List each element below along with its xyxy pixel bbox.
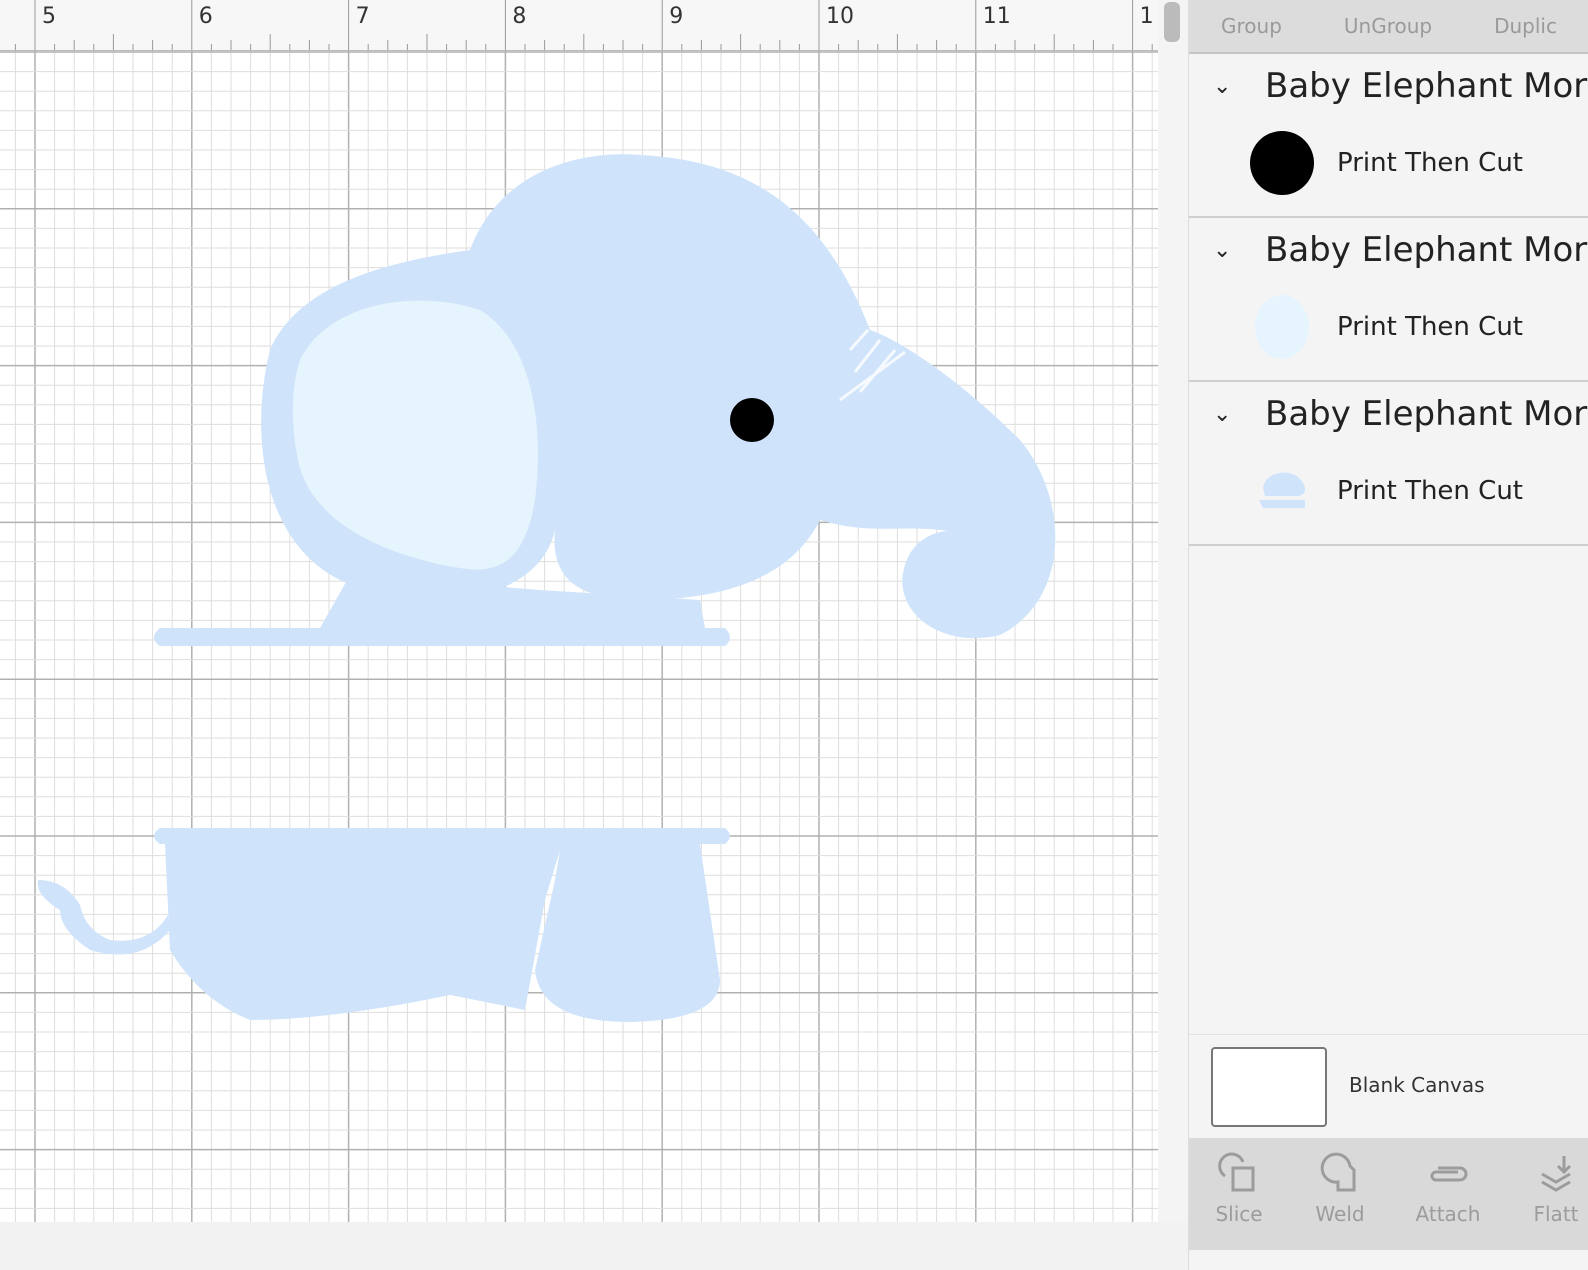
chevron-down-icon[interactable]: ⌄: [1213, 402, 1265, 427]
chevron-down-icon[interactable]: ⌄: [1213, 74, 1265, 99]
layer-label: Print Then Cut: [1337, 312, 1523, 342]
layer-label: Print Then Cut: [1337, 148, 1523, 178]
blank-canvas-swatch[interactable]: [1211, 1047, 1327, 1127]
layer-group-header[interactable]: ⌄ Baby Elephant Mor: [1213, 66, 1587, 106]
elephant-bottom-base: [154, 828, 730, 1022]
layer-group-title: Baby Elephant Mor: [1265, 230, 1588, 270]
weld-icon: [1320, 1152, 1356, 1192]
ruler-label: 1: [1139, 4, 1154, 29]
ruler-label: 8: [512, 4, 527, 29]
layer-group-header[interactable]: ⌄ Baby Elephant Mor: [1213, 230, 1587, 270]
layer-thumbnail: [1249, 458, 1315, 524]
layer-group[interactable]: ⌄ Baby Elephant Mor Print Then Cut: [1189, 54, 1588, 218]
slice-button[interactable]: Slice: [1194, 1152, 1284, 1226]
layer-group[interactable]: ⌄ Baby Elephant Mor Print Then Cut: [1189, 218, 1588, 382]
layer-item[interactable]: Print Then Cut: [1249, 130, 1523, 196]
ruler-label: 9: [669, 4, 684, 29]
weld-button[interactable]: Weld: [1295, 1152, 1385, 1226]
slice-icon: [1218, 1152, 1255, 1192]
layer-group-title: Baby Elephant Mor: [1265, 394, 1588, 434]
horizontal-ruler: 5 6 7 8 9 10 11 1: [0, 0, 1158, 51]
ruler-label: 7: [355, 4, 370, 29]
ungroup-button[interactable]: UnGroup: [1314, 14, 1464, 38]
layer-item[interactable]: Print Then Cut: [1249, 458, 1523, 524]
ruler-label: 6: [198, 4, 213, 29]
blank-canvas-label: Blank Canvas: [1349, 1073, 1485, 1097]
layers-panel: Group UnGroup Duplic ⌄ Baby Elephant Mor…: [1188, 0, 1588, 1270]
ruler-label: 5: [42, 4, 56, 29]
flatten-button[interactable]: Flatt: [1511, 1152, 1588, 1226]
layer-group[interactable]: ⌄ Baby Elephant Mor Print Then Cut: [1189, 382, 1588, 546]
elephant-design[interactable]: [0, 0, 1158, 1222]
ruler-label: 11: [982, 4, 1011, 29]
layer-thumbnail: [1249, 130, 1315, 196]
blank-canvas-layer[interactable]: Blank Canvas: [1189, 1034, 1588, 1139]
attach-button[interactable]: Attach: [1403, 1152, 1493, 1226]
layer-label: Print Then Cut: [1337, 476, 1523, 506]
layer-thumbnail: [1249, 294, 1315, 360]
flatten-icon: [1541, 1156, 1572, 1192]
vertical-scrollbar[interactable]: [1164, 2, 1180, 42]
duplicate-button[interactable]: Duplic: [1464, 14, 1588, 38]
layer-item[interactable]: Print Then Cut: [1249, 294, 1523, 360]
elephant-eye: [730, 398, 774, 442]
horizontal-scroll-area: [0, 1222, 1188, 1270]
bottom-toolbar: Slice Weld Attach Flatt: [1189, 1138, 1588, 1250]
layer-group-title: Baby Elephant Mor: [1265, 66, 1588, 106]
chevron-down-icon[interactable]: ⌄: [1213, 238, 1265, 263]
group-button[interactable]: Group: [1189, 14, 1314, 38]
ruler-label: 10: [826, 4, 854, 29]
design-canvas[interactable]: 5 6 7 8 9 10 11 1: [0, 0, 1158, 1222]
layer-group-header[interactable]: ⌄ Baby Elephant Mor: [1213, 394, 1587, 434]
paperclip-icon: [1430, 1166, 1468, 1182]
elephant-tail: [37, 880, 170, 955]
layers-toolbar: Group UnGroup Duplic: [1189, 0, 1588, 54]
